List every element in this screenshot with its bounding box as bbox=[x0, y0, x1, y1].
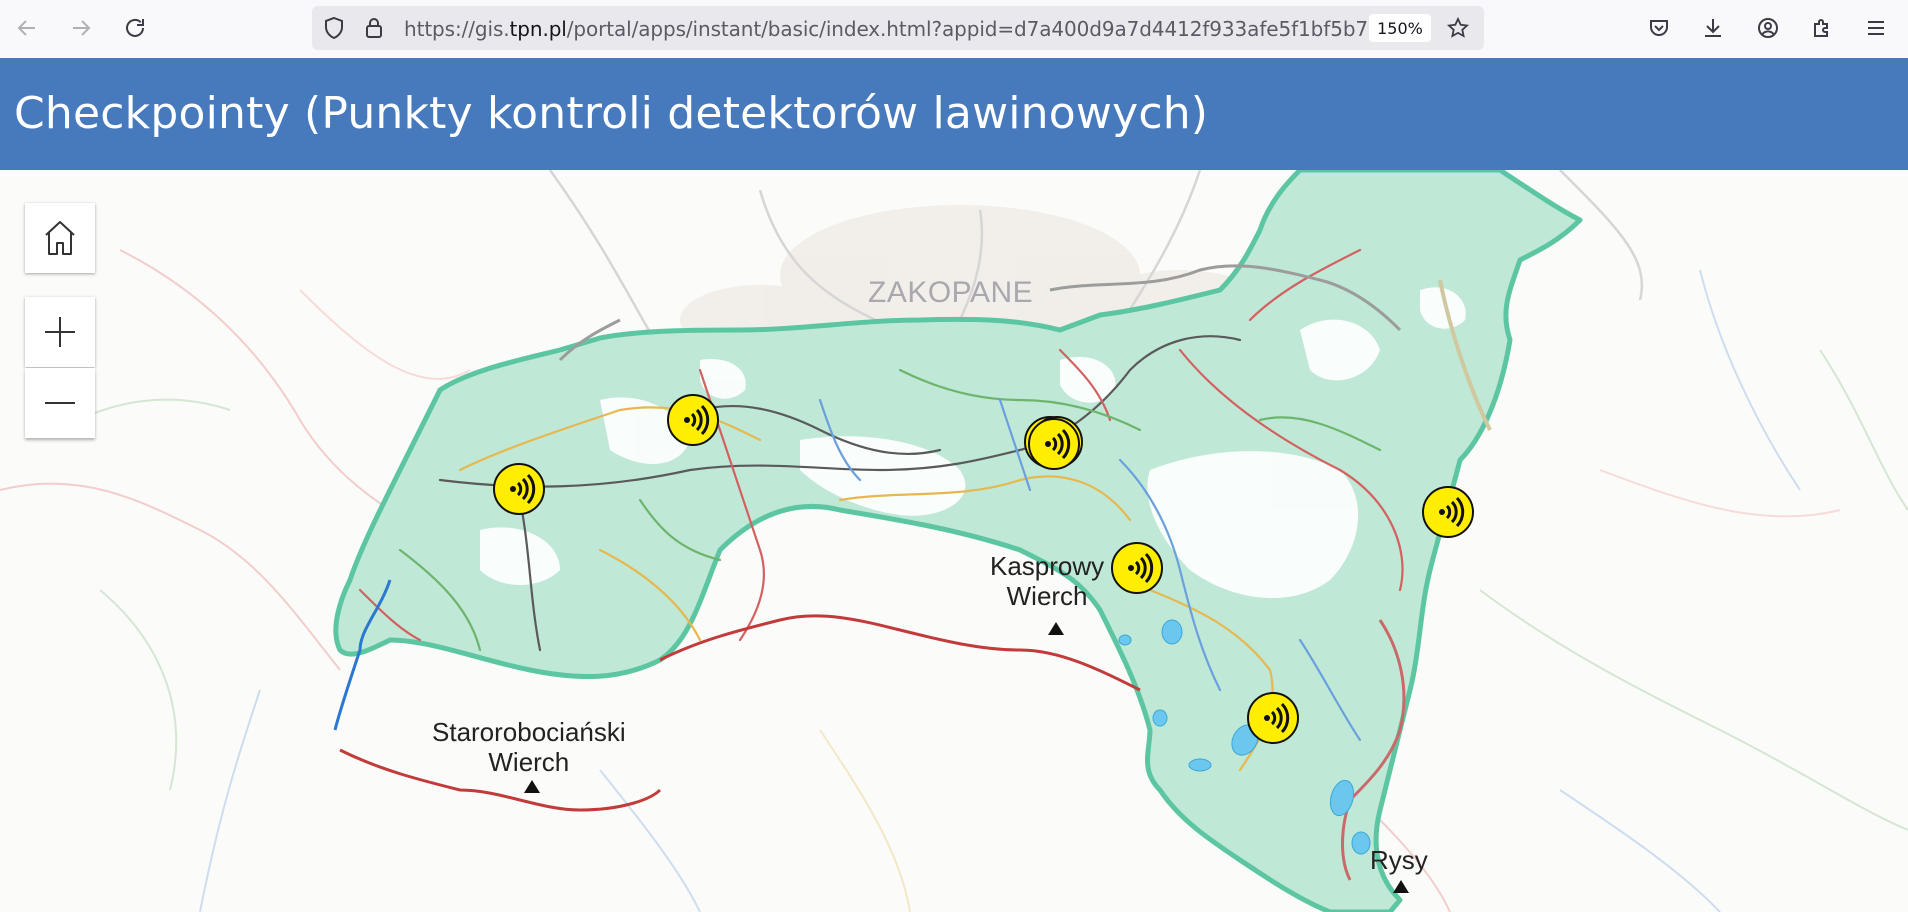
app-header: Checkpointy (Punkty kontroli detektorów … bbox=[0, 58, 1908, 170]
pocket-icon bbox=[1650, 20, 1668, 36]
address-bar[interactable]: https://gis.tpn.pl/portal/apps/instant/b… bbox=[312, 6, 1484, 50]
peak-label-kasprowy: Kasprowy Wierch bbox=[990, 551, 1105, 612]
avalanche-beacon-icon bbox=[667, 394, 719, 446]
forward-button[interactable] bbox=[64, 11, 98, 45]
pocket-button[interactable] bbox=[1642, 11, 1676, 45]
checkpoint-marker[interactable] bbox=[492, 462, 546, 516]
zoom-out-button[interactable] bbox=[25, 368, 95, 438]
peak-marker bbox=[1048, 622, 1064, 635]
menu-button[interactable] bbox=[1859, 11, 1893, 45]
url-suffix: /portal/apps/instant/basic/index.html?ap… bbox=[566, 17, 1394, 41]
checkpoint-marker[interactable] bbox=[666, 393, 720, 447]
shield-icon bbox=[325, 16, 343, 40]
extensions-button[interactable] bbox=[1805, 11, 1839, 45]
url-prefix: https://gis. bbox=[404, 17, 510, 41]
star-icon[interactable] bbox=[1446, 16, 1470, 40]
checkpoint-marker[interactable] bbox=[1110, 541, 1164, 595]
peak-label-rysy: Rysy bbox=[1370, 845, 1428, 876]
peak-marker bbox=[524, 780, 540, 793]
arrow-left-icon bbox=[17, 20, 35, 36]
home-icon bbox=[45, 221, 75, 255]
page-title: Checkpointy (Punkty kontroli detektorów … bbox=[14, 88, 1209, 139]
peak-label-line: Wierch bbox=[1006, 580, 1088, 611]
peak-label-line: Starorobociański bbox=[432, 717, 626, 747]
peak-marker bbox=[1393, 880, 1409, 893]
zoom-level-badge[interactable]: 150% bbox=[1369, 14, 1431, 42]
city-label: ZAKOPANE bbox=[868, 276, 1034, 309]
zoom-in-button[interactable] bbox=[25, 297, 95, 367]
reload-button[interactable] bbox=[118, 11, 152, 45]
avalanche-beacon-icon bbox=[1422, 486, 1474, 538]
home-button[interactable] bbox=[25, 203, 95, 273]
arrow-right-icon bbox=[73, 20, 91, 36]
plus-icon bbox=[45, 317, 75, 347]
url-domain: tpn.pl bbox=[509, 17, 567, 41]
peak-label-line: Kasprowy bbox=[990, 551, 1105, 581]
account-icon bbox=[1758, 18, 1778, 38]
avalanche-beacon-icon bbox=[1028, 418, 1080, 470]
hamburger-menu-icon bbox=[1868, 21, 1884, 35]
lock-icon bbox=[366, 18, 382, 38]
reload-icon bbox=[126, 18, 144, 37]
map-view[interactable]: ZAKOPANE Kasprowy Wierch Starorobociańsk… bbox=[0, 170, 1908, 912]
browser-toolbar: https://gis.tpn.pl/portal/apps/instant/b… bbox=[0, 0, 1908, 59]
account-button[interactable] bbox=[1751, 11, 1785, 45]
avalanche-beacon-icon bbox=[493, 463, 545, 515]
url-text: https://gis.tpn.pl/portal/apps/instant/b… bbox=[404, 17, 1393, 41]
avalanche-beacon-icon bbox=[1111, 542, 1163, 594]
checkpoint-marker[interactable] bbox=[1246, 691, 1300, 745]
peak-label-line: Wierch bbox=[488, 746, 570, 777]
downloads-button[interactable] bbox=[1696, 11, 1730, 45]
minus-icon bbox=[45, 402, 75, 404]
download-icon bbox=[1705, 19, 1721, 37]
avalanche-beacon-icon bbox=[1247, 692, 1299, 744]
back-button[interactable] bbox=[10, 11, 44, 45]
checkpoint-marker[interactable] bbox=[1421, 485, 1475, 539]
peak-label-starorobocianski: Starorobociański Wierch bbox=[432, 717, 626, 778]
puzzle-icon bbox=[1814, 19, 1828, 37]
peak-label-line: Rysy bbox=[1370, 845, 1428, 875]
checkpoint-marker[interactable] bbox=[1027, 417, 1081, 471]
